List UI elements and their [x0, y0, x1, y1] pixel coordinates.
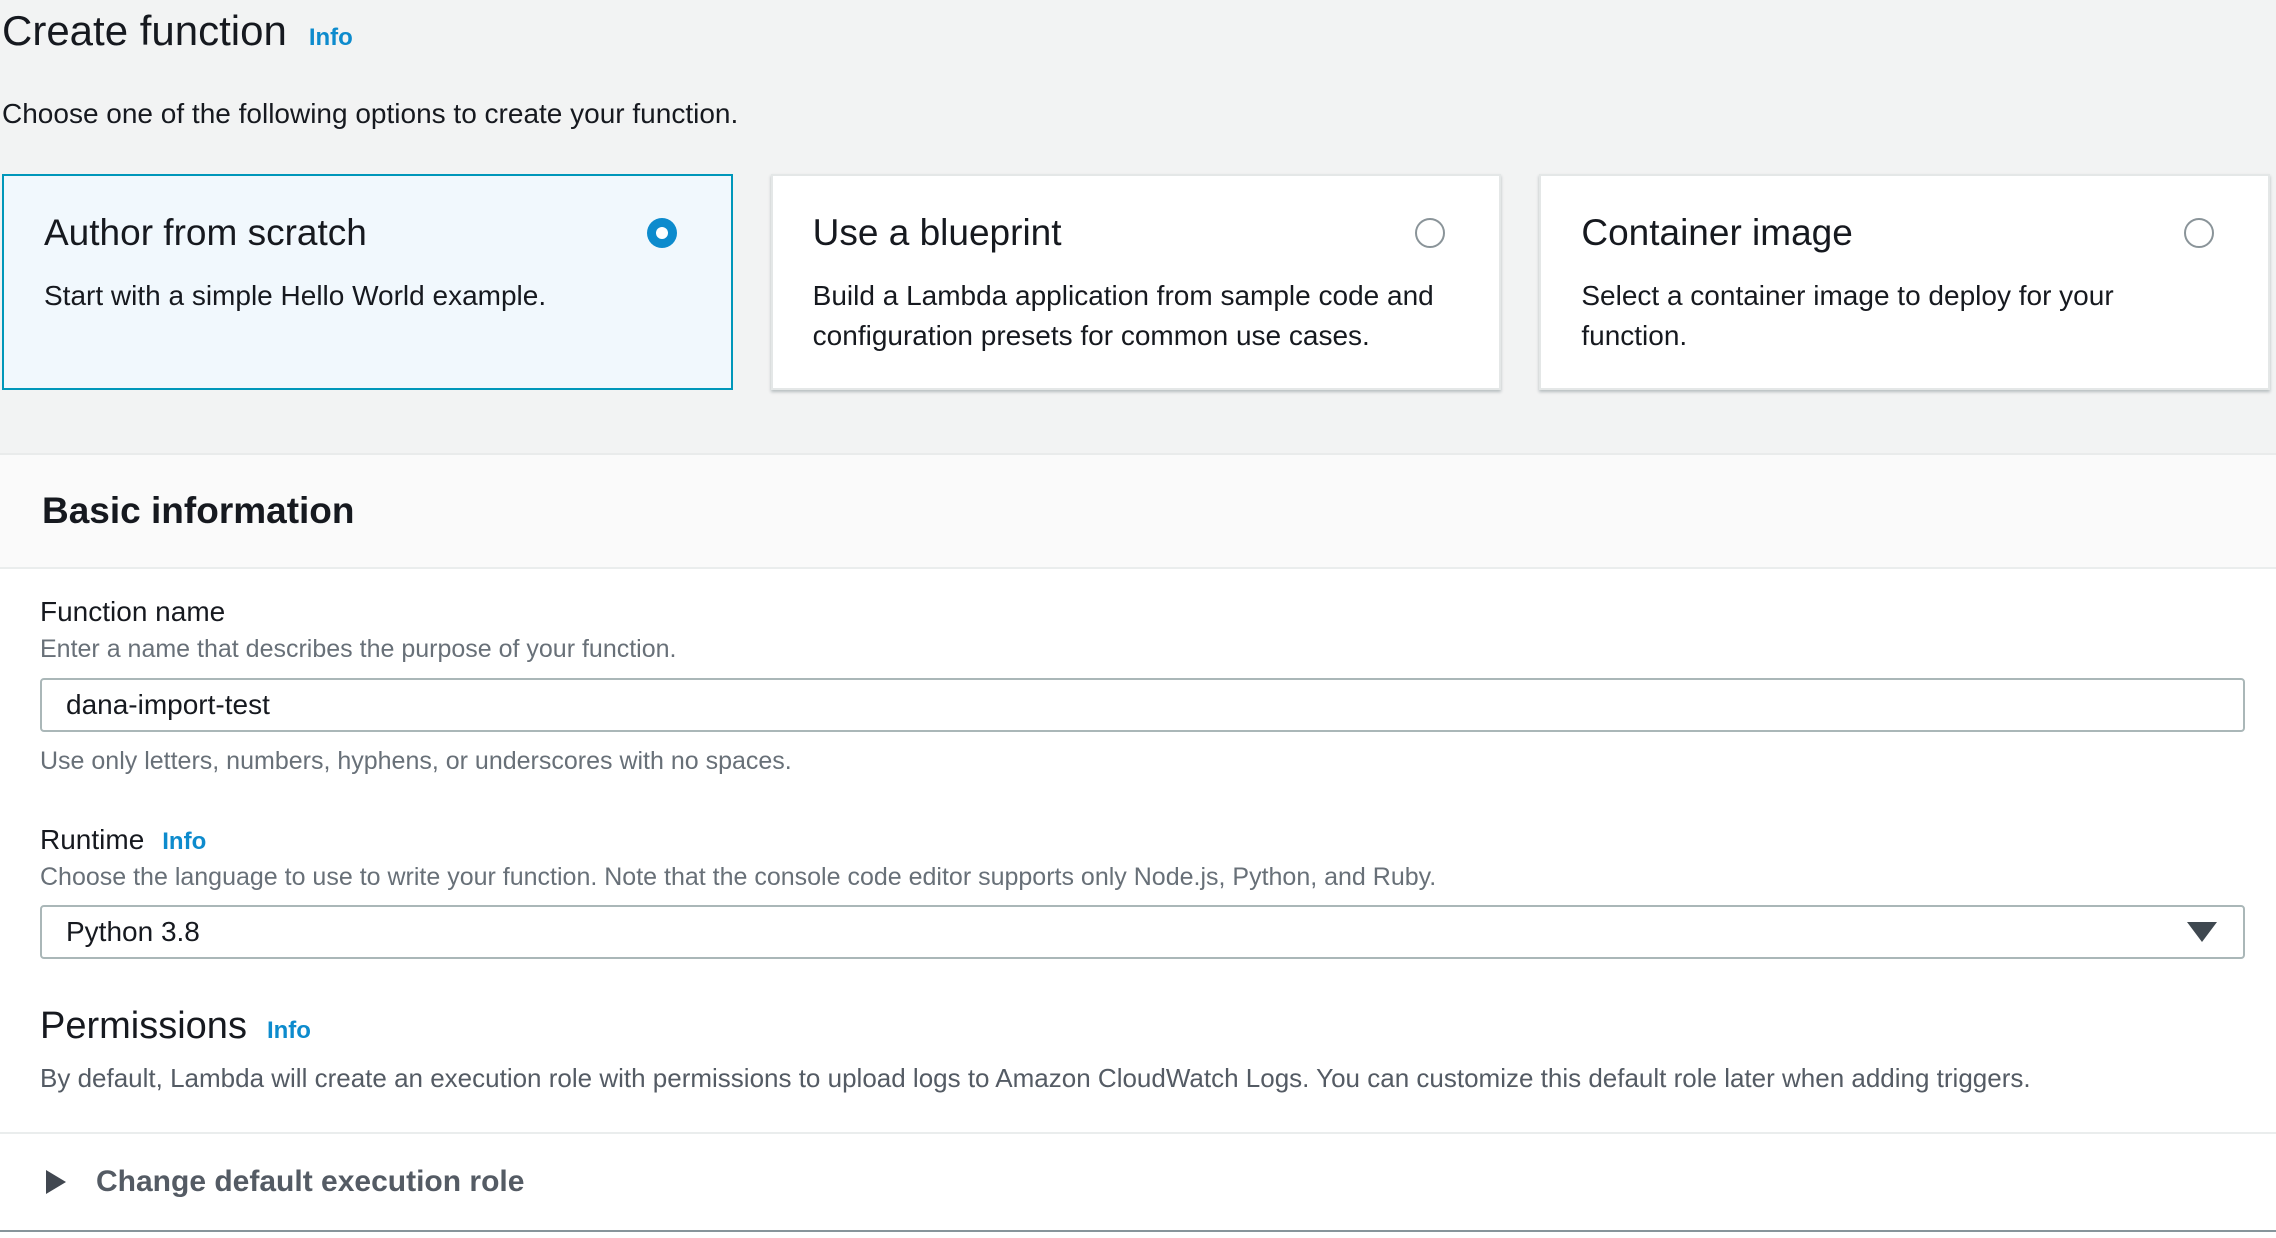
- function-name-constraint: Use only letters, numbers, hyphens, or u…: [40, 747, 2245, 776]
- card-description: Select a container image to deploy for y…: [1581, 276, 2228, 356]
- page-header: Create function Info Choose one of the f…: [0, 0, 2276, 130]
- page-title: Create function: [2, 4, 287, 58]
- runtime-info-link[interactable]: Info: [162, 828, 206, 856]
- change-default-execution-role-expander[interactable]: Change default execution role: [0, 1132, 2276, 1232]
- card-description: Build a Lambda application from sample c…: [813, 276, 1460, 356]
- create-function-page: Create function Info Choose one of the f…: [0, 0, 2276, 1238]
- card-title: Use a blueprint: [813, 212, 1062, 254]
- basic-information-heading: Basic information: [42, 490, 355, 532]
- card-use-a-blueprint[interactable]: Use a blueprint Build a Lambda applicati…: [771, 174, 1502, 390]
- expander-label: Change default execution role: [96, 1165, 524, 1199]
- function-name-input[interactable]: [40, 678, 2245, 732]
- runtime-select[interactable]: Python 3.8: [40, 905, 2245, 959]
- basic-information-body: Function name Enter a name that describe…: [0, 569, 2276, 1132]
- card-title: Author from scratch: [44, 212, 367, 254]
- runtime-field-group: Runtime Info Choose the language to use …: [40, 823, 2245, 959]
- card-author-from-scratch[interactable]: Author from scratch Start with a simple …: [2, 174, 733, 390]
- permissions-info-link[interactable]: Info: [267, 1017, 311, 1045]
- card-title: Container image: [1581, 212, 1852, 254]
- function-name-description: Enter a name that describes the purpose …: [40, 635, 2245, 664]
- radio-selected-icon[interactable]: [647, 218, 677, 248]
- page-title-info-link[interactable]: Info: [309, 24, 353, 52]
- runtime-label: Runtime: [40, 823, 144, 856]
- card-container-image[interactable]: Container image Select a container image…: [1539, 174, 2270, 390]
- caret-right-icon: [46, 1170, 66, 1194]
- basic-information-panel: Basic information Function name Enter a …: [0, 453, 2276, 1238]
- radio-unselected-icon[interactable]: [1415, 218, 1445, 248]
- creation-option-cards: Author from scratch Start with a simple …: [2, 174, 2270, 390]
- function-name-field-group: Function name Enter a name that describe…: [40, 595, 2245, 776]
- function-name-label: Function name: [40, 595, 2245, 628]
- permissions-description: By default, Lambda will create an execut…: [40, 1063, 2245, 1093]
- permissions-heading: Permissions: [40, 1003, 247, 1049]
- basic-information-header: Basic information: [0, 453, 2276, 569]
- page-subtitle: Choose one of the following options to c…: [2, 98, 2276, 130]
- runtime-selected-value: Python 3.8: [66, 916, 200, 948]
- permissions-section: Permissions Info By default, Lambda will…: [40, 1003, 2245, 1093]
- radio-unselected-icon[interactable]: [2184, 218, 2214, 248]
- card-description: Start with a simple Hello World example.: [44, 276, 691, 316]
- caret-down-icon: [2187, 922, 2217, 942]
- runtime-description: Choose the language to use to write your…: [40, 863, 2245, 892]
